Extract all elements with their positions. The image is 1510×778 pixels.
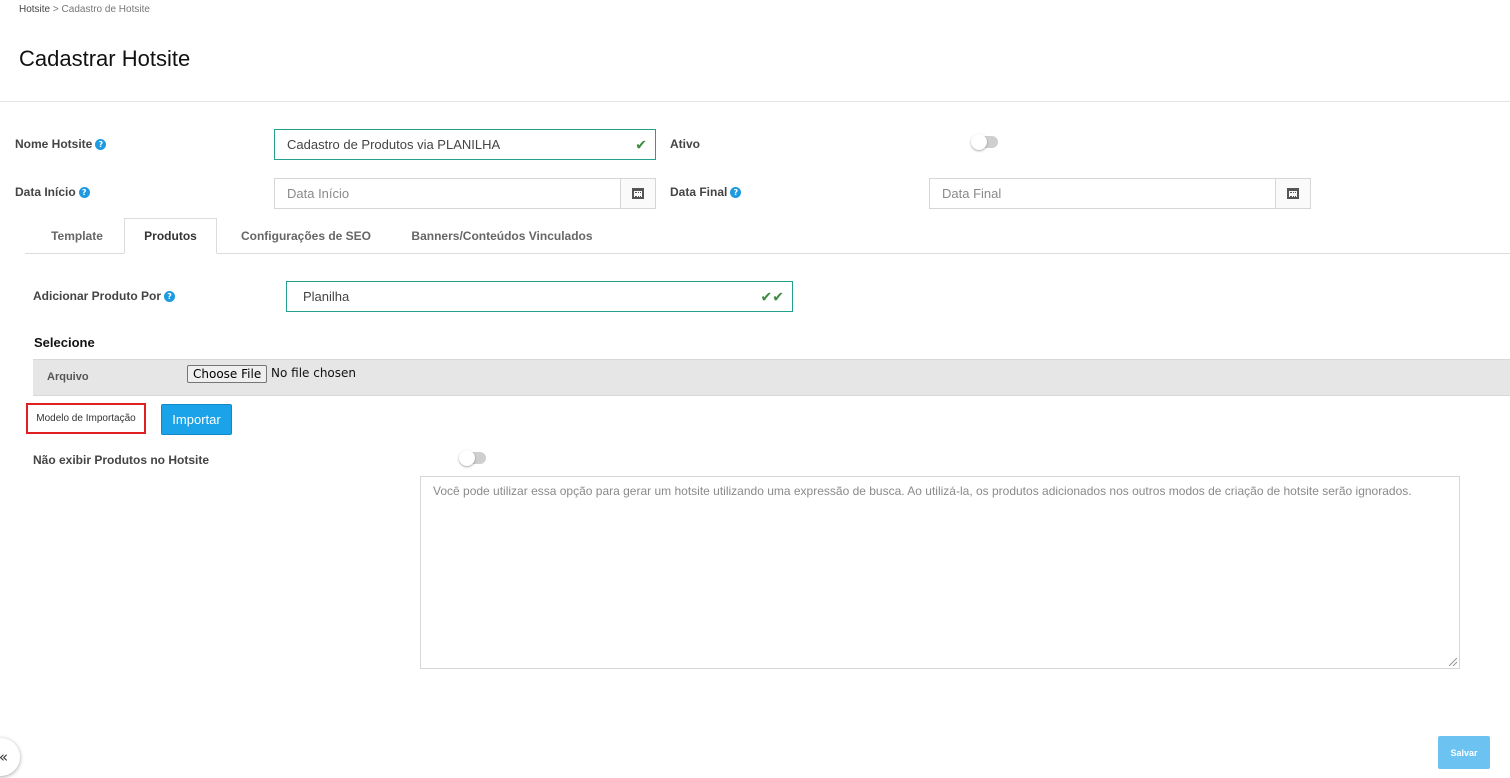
ativo-label-text: Ativo — [670, 137, 700, 151]
data-final-calendar-button[interactable] — [1275, 178, 1311, 209]
calendar-icon — [632, 188, 644, 199]
data-final-label: Data Final ? — [670, 185, 742, 199]
selecione-title: Selecione — [34, 335, 95, 350]
help-icon[interactable]: ? — [95, 138, 107, 150]
choose-file-button[interactable]: Choose File — [187, 365, 268, 383]
tab-template[interactable]: Template — [30, 218, 124, 254]
ativo-toggle[interactable] — [971, 134, 998, 150]
file-status: No file chosen — [271, 366, 357, 380]
nao-exibir-label-text: Não exibir Produtos no Hotsite — [33, 453, 210, 467]
page-title: Cadastrar Hotsite — [19, 46, 191, 71]
importar-button[interactable]: Importar — [161, 404, 232, 435]
data-final-label-text: Data Final — [670, 185, 728, 199]
nome-hotsite-input[interactable]: Cadastro de Produtos via PLANILHA ✔ — [274, 129, 656, 160]
breadcrumb-current: Cadastro de Hotsite — [61, 4, 150, 15]
adicionar-produto-select[interactable]: Planilha ✔✔ — [286, 281, 793, 312]
nome-hotsite-value: Cadastro de Produtos via PLANILHA — [287, 137, 501, 152]
check-icon: ✔ — [635, 136, 647, 152]
data-inicio-input[interactable]: Data Início — [274, 178, 621, 209]
nao-exibir-toggle[interactable] — [459, 450, 486, 466]
adicionar-produto-label-text: Adicionar Produto Por — [33, 289, 162, 303]
data-inicio-placeholder: Data Início — [287, 186, 350, 201]
header-divider — [0, 101, 1510, 102]
breadcrumb-separator: > — [52, 4, 59, 15]
data-inicio-label: Data Início ? — [15, 185, 90, 199]
calendar-icon — [1287, 188, 1299, 199]
help-icon[interactable]: ? — [730, 186, 742, 198]
tab-produtos[interactable]: Produtos — [124, 218, 217, 254]
help-icon[interactable]: ? — [164, 290, 176, 302]
nao-exibir-label: Não exibir Produtos no Hotsite — [33, 453, 209, 467]
breadcrumb-hotsite-link[interactable]: Hotsite — [19, 4, 50, 15]
arquivo-label: Arquivo — [47, 371, 89, 383]
collapse-sidebar-button[interactable]: « — [0, 738, 20, 776]
modelo-importacao-link[interactable]: Modelo de Importação — [26, 403, 146, 434]
nome-hotsite-label: Nome Hotsite ? — [15, 137, 107, 151]
double-chevron-left-icon: « — [0, 748, 8, 766]
busca-expression-textarea[interactable]: Você pode utilizar essa opção para gerar… — [420, 476, 1460, 669]
ativo-label: Ativo — [670, 137, 700, 151]
breadcrumb: Hotsite > Cadastro de Hotsite — [19, 4, 150, 15]
adicionar-produto-value: Planilha — [303, 289, 350, 304]
data-inicio-label-text: Data Início — [15, 185, 76, 199]
textarea-placeholder: Você pode utilizar essa opção para gerar… — [433, 484, 1412, 498]
help-icon[interactable]: ? — [78, 186, 90, 198]
resize-handle-icon[interactable] — [1449, 658, 1457, 666]
tab-configuracoes-seo[interactable]: Configurações de SEO — [228, 218, 384, 254]
data-final-input[interactable]: Data Final — [929, 178, 1276, 209]
nome-hotsite-label-text: Nome Hotsite — [15, 137, 93, 151]
double-check-icon: ✔✔ — [760, 288, 784, 304]
salvar-button[interactable]: Salvar — [1438, 736, 1490, 769]
tab-banners-conteudos[interactable]: Banners/Conteúdos Vinculados — [398, 218, 606, 254]
adicionar-produto-label: Adicionar Produto Por ? — [33, 289, 176, 303]
data-inicio-calendar-button[interactable] — [620, 178, 656, 209]
data-final-placeholder: Data Final — [942, 186, 1002, 201]
